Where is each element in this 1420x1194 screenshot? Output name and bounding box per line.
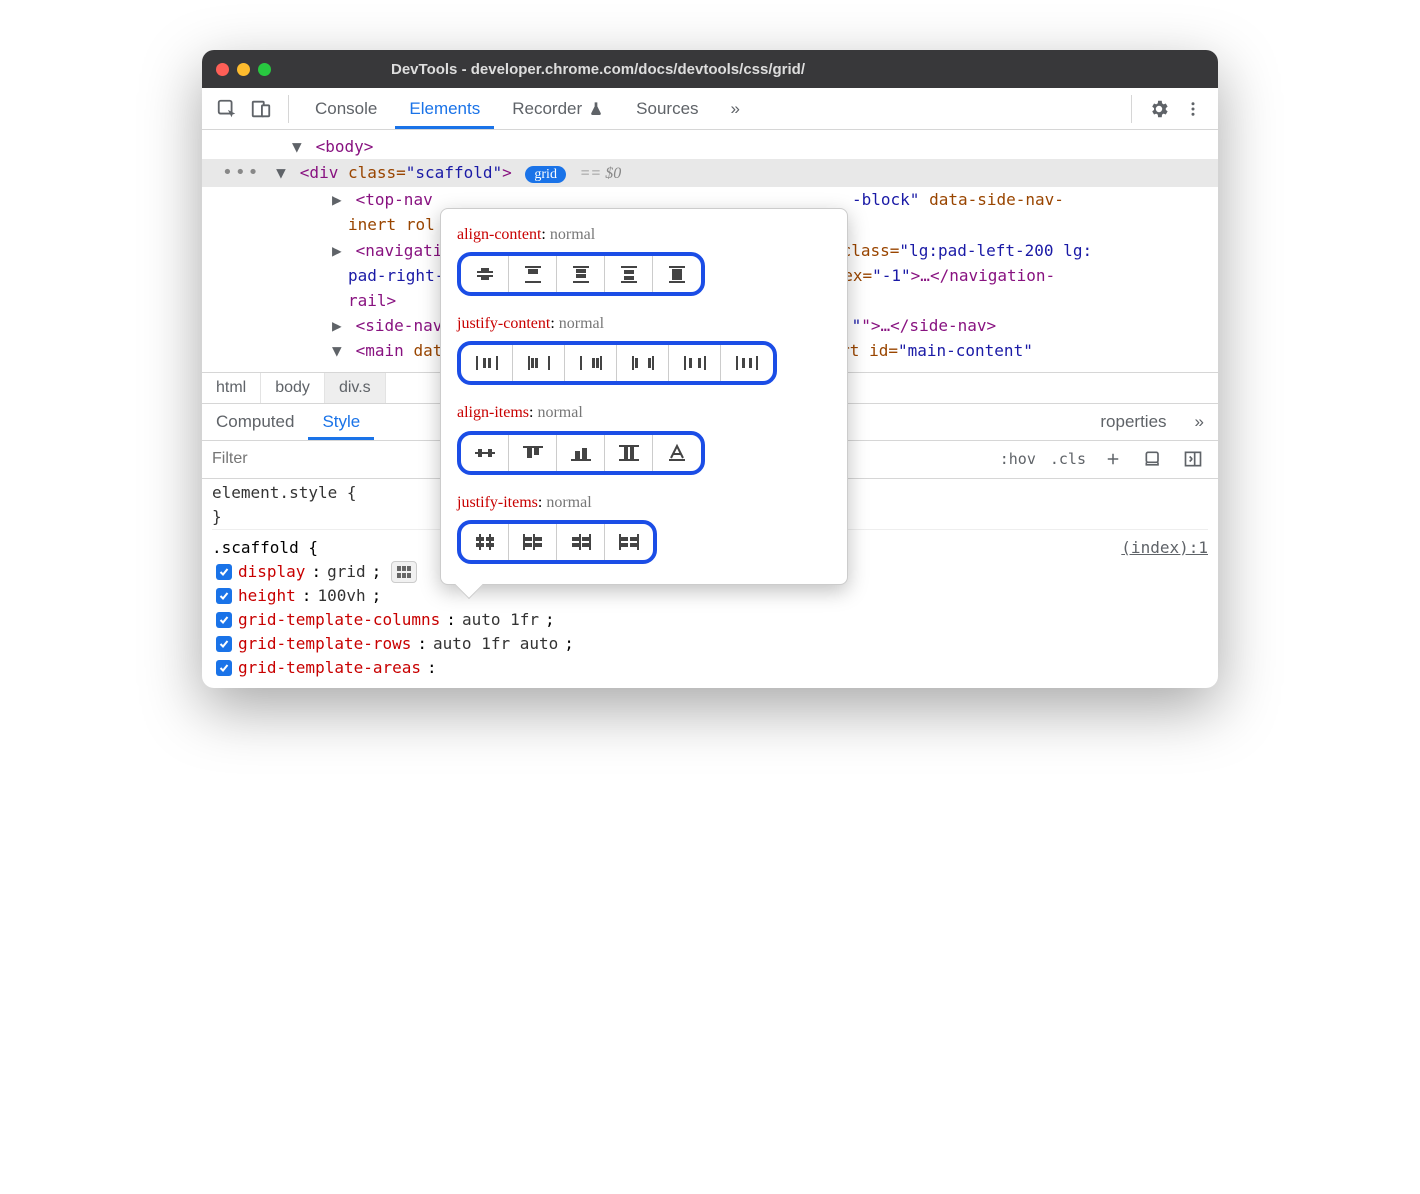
justify-content-options	[457, 341, 777, 385]
rule-height[interactable]: height: 100vh;	[212, 584, 1208, 608]
subtab-properties[interactable]: roperties	[1086, 404, 1180, 440]
checkbox-icon[interactable]	[216, 588, 232, 604]
close-window-button[interactable]	[216, 63, 229, 76]
dom-body-tag[interactable]: <body>	[316, 137, 374, 156]
settings-icon[interactable]	[1144, 94, 1174, 124]
new-style-rule-icon[interactable]	[1100, 446, 1126, 472]
checkbox-icon[interactable]	[216, 612, 232, 628]
justify-items-section: justify-items: normal	[457, 491, 831, 564]
device-toggle-icon[interactable]	[246, 94, 276, 124]
align-items-end-icon[interactable]	[557, 435, 605, 471]
align-items-baseline-icon[interactable]	[653, 435, 701, 471]
justify-items-start-icon[interactable]	[509, 524, 557, 560]
justify-content-center-icon[interactable]	[461, 345, 513, 381]
grid-editor-popover: align-content: normal justify-content: n…	[440, 208, 848, 585]
tab-recorder[interactable]: Recorder	[498, 89, 618, 129]
tab-elements[interactable]: Elements	[395, 89, 494, 129]
rule-grid-template-columns[interactable]: grid-template-columns: auto 1fr;	[212, 608, 1208, 632]
justify-content-between-icon[interactable]	[617, 345, 669, 381]
align-content-end-icon[interactable]	[557, 256, 605, 292]
copy-styles-icon[interactable]	[1140, 446, 1166, 472]
grid-badge[interactable]: grid	[525, 166, 566, 183]
dom-tree[interactable]: ▼ <body> ••• ▼ <div class="scaffold"> gr…	[202, 130, 1218, 372]
justify-items-end-icon[interactable]	[557, 524, 605, 560]
align-items-options	[457, 431, 705, 475]
align-items-start-icon[interactable]	[509, 435, 557, 471]
justify-content-start-icon[interactable]	[513, 345, 565, 381]
align-content-start-icon[interactable]	[509, 256, 557, 292]
align-items-stretch-icon[interactable]	[605, 435, 653, 471]
main-toolbar: Console Elements Recorder Sources »	[202, 88, 1218, 130]
align-content-options	[457, 252, 705, 296]
tab-console[interactable]: Console	[301, 89, 391, 129]
checkbox-icon[interactable]	[216, 636, 232, 652]
justify-content-section: justify-content: normal	[457, 312, 831, 385]
cls-toggle[interactable]: .cls	[1050, 450, 1086, 468]
justify-items-center-icon[interactable]	[461, 524, 509, 560]
subtab-styles[interactable]: Style	[308, 404, 374, 440]
justify-items-stretch-icon[interactable]	[605, 524, 653, 560]
justify-content-around-icon[interactable]	[669, 345, 721, 381]
rule-grid-template-rows[interactable]: grid-template-rows: auto 1fr auto;	[212, 632, 1208, 656]
hov-toggle[interactable]: :hov	[1000, 450, 1036, 468]
dom-selected-row[interactable]: ••• ▼ <div class="scaffold"> grid == $0	[202, 159, 1218, 187]
align-content-between-icon[interactable]	[605, 256, 653, 292]
tab-sources[interactable]: Sources	[622, 89, 712, 129]
justify-content-end-icon[interactable]	[565, 345, 617, 381]
collapse-arrow-icon[interactable]: ▼	[292, 135, 306, 158]
minimize-window-button[interactable]	[237, 63, 250, 76]
rule-grid-template-areas[interactable]: grid-template-areas:	[212, 656, 1208, 680]
flask-icon	[588, 101, 604, 117]
align-content-section: align-content: normal	[457, 223, 831, 296]
traffic-lights	[216, 63, 271, 76]
checkbox-icon[interactable]	[216, 564, 232, 580]
subtab-computed[interactable]: Computed	[202, 404, 308, 440]
ellipsis-icon[interactable]: •••	[222, 162, 267, 183]
justify-content-evenly-icon[interactable]	[721, 345, 773, 381]
align-content-around-icon[interactable]	[653, 256, 701, 292]
crumb-div-scaffold[interactable]: div.s	[325, 373, 386, 403]
align-items-section: align-items: normal	[457, 401, 831, 474]
window-title: DevTools - developer.chrome.com/docs/dev…	[391, 61, 805, 78]
devtools-window: DevTools - developer.chrome.com/docs/dev…	[202, 50, 1218, 688]
inspect-element-icon[interactable]	[212, 94, 242, 124]
titlebar: DevTools - developer.chrome.com/docs/dev…	[202, 50, 1218, 88]
tabs-more[interactable]: »	[717, 89, 754, 129]
source-link[interactable]: (index):1	[1121, 536, 1208, 560]
subtabs-more[interactable]: »	[1181, 404, 1218, 440]
crumb-html[interactable]: html	[202, 373, 261, 403]
kebab-menu-icon[interactable]	[1178, 94, 1208, 124]
align-content-center-icon[interactable]	[461, 256, 509, 292]
toggle-sidebar-icon[interactable]	[1180, 446, 1206, 472]
justify-items-options	[457, 520, 657, 564]
checkbox-icon[interactable]	[216, 660, 232, 676]
align-items-center-icon[interactable]	[461, 435, 509, 471]
grid-editor-button[interactable]	[391, 561, 417, 583]
crumb-body[interactable]: body	[261, 373, 325, 403]
zoom-window-button[interactable]	[258, 63, 271, 76]
tab-recorder-label: Recorder	[512, 99, 582, 119]
dollar-zero-label: == $0	[580, 165, 622, 182]
